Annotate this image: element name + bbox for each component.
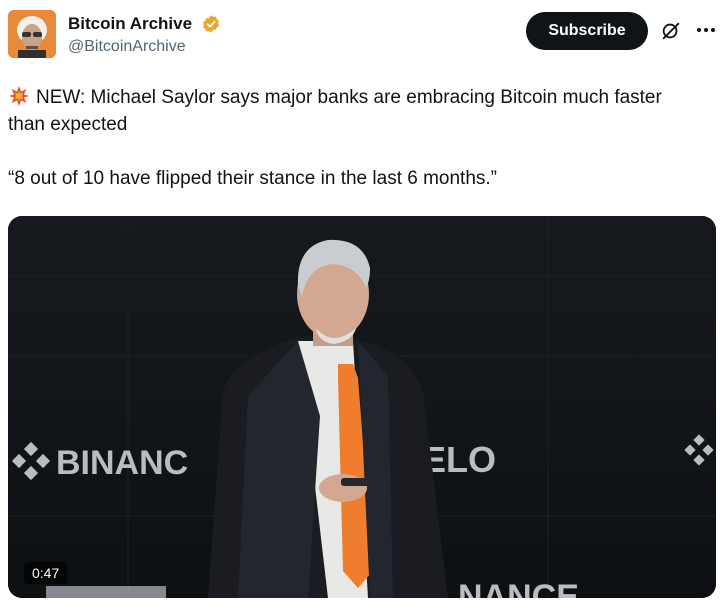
post-headline: NEW: Michael Saylor says major banks are… [8, 87, 662, 135]
collision-icon [8, 85, 30, 107]
avatar[interactable] [8, 10, 56, 58]
video-frame: BINANC ELO NANCE [8, 216, 716, 598]
more-options-icon[interactable] [692, 16, 720, 44]
brand-text-left: BINANC [56, 444, 188, 482]
post-quote: “8 out of 10 have flipped their stance i… [8, 168, 498, 189]
grok-icon[interactable] [660, 20, 682, 42]
video-duration: 0:47 [24, 562, 68, 584]
account-handle[interactable]: @BitcoinArchive [68, 38, 221, 56]
verified-badge-icon [202, 15, 219, 33]
post-header: Bitcoin Archive @BitcoinArchive Subscrib… [8, 10, 720, 64]
post-text: NEW: Michael Saylor says major banks are… [8, 84, 698, 192]
account-names: Bitcoin Archive @BitcoinArchive [68, 14, 221, 56]
brand-text-right: ELO [422, 439, 496, 480]
video-player[interactable]: BINANC ELO NANCE 0:47 [8, 216, 716, 598]
display-name[interactable]: Bitcoin Archive [68, 14, 192, 34]
subscribe-button[interactable]: Subscribe [526, 12, 648, 50]
brand-text-bottom: NANCE [458, 578, 579, 598]
post-line-1: NEW: Michael Saylor says major banks are… [8, 84, 698, 138]
